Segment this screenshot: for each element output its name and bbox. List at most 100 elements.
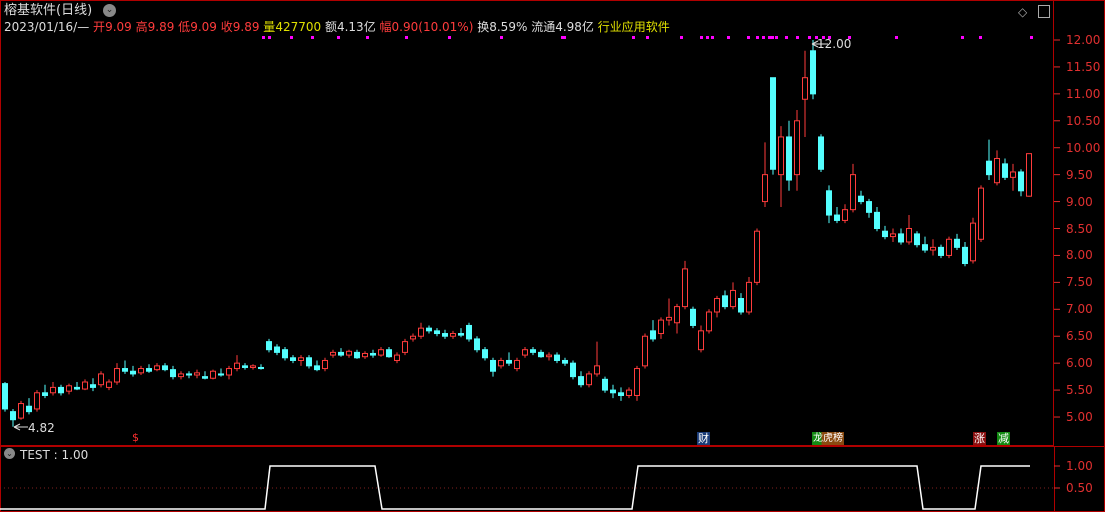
- candle-down: [306, 357, 312, 367]
- candlestick-chart: [0, 36, 1060, 510]
- candle-down: [618, 392, 624, 396]
- rise-marker[interactable]: 涨: [973, 432, 986, 445]
- candle-down: [962, 246, 968, 265]
- candle-up: [778, 136, 784, 176]
- candle-down: [1018, 171, 1024, 192]
- candle-up: [626, 389, 632, 396]
- candle-up: [410, 335, 416, 340]
- candle-down: [442, 333, 448, 337]
- candle-up: [18, 403, 24, 419]
- candle-up: [114, 368, 120, 383]
- candle-up: [82, 381, 88, 390]
- candle-down: [130, 370, 136, 375]
- candle-down: [898, 233, 904, 243]
- candle-down: [866, 201, 872, 213]
- test-indicator-line: [0, 465, 1030, 510]
- candle-up: [322, 359, 328, 370]
- signal-dot: [700, 36, 703, 39]
- candle-down: [530, 349, 536, 353]
- candle-up: [634, 368, 640, 396]
- price-tick-label: 9.50: [1066, 167, 1093, 182]
- candle-up: [946, 238, 952, 256]
- candle-down: [938, 246, 944, 256]
- candle-down: [354, 351, 360, 359]
- candle-up: [746, 281, 752, 313]
- candle-up: [362, 352, 368, 358]
- candle-up: [754, 230, 760, 283]
- candle-down: [914, 233, 920, 246]
- signal-dot: [808, 36, 811, 39]
- candle-up: [1026, 153, 1032, 197]
- signal-dot: [500, 36, 503, 39]
- candle-up: [194, 372, 200, 376]
- candle-up: [250, 365, 256, 368]
- candle-down: [266, 341, 272, 351]
- candle-down: [274, 346, 280, 353]
- candle-down: [818, 136, 824, 170]
- signal-dot: [646, 36, 649, 39]
- candle-down: [570, 362, 576, 378]
- candle-down: [810, 50, 816, 95]
- signal-dot: [796, 36, 799, 39]
- candle-up: [762, 174, 768, 203]
- candle-down: [578, 376, 584, 386]
- signal-dot: [563, 36, 566, 39]
- signal-dot: [311, 36, 314, 39]
- indicator-dropdown-icon[interactable]: ⌄: [4, 448, 15, 459]
- indicator-tick: 1.00: [1066, 459, 1093, 473]
- price-tick-label: 7.00: [1066, 302, 1093, 317]
- candle-up: [706, 311, 712, 332]
- signal-dot: [337, 36, 340, 39]
- candle-up: [98, 373, 104, 386]
- candle-down: [466, 324, 472, 340]
- signal-dot: [632, 36, 635, 39]
- price-tick-label: 8.00: [1066, 248, 1093, 263]
- candle-down: [954, 238, 960, 248]
- stock-chart-window: 榕基软件(日线) ⌄ 2023/01/16/— 开9.09 高9.89 低9.0…: [0, 0, 1105, 512]
- candle-up: [594, 365, 600, 375]
- candle-down: [610, 389, 616, 394]
- candle-up: [714, 298, 720, 313]
- price-tick-label: 6.00: [1066, 356, 1093, 371]
- signal-dot: [895, 36, 898, 39]
- candle-down: [370, 352, 376, 356]
- dragon-tiger-marker[interactable]: 龙虎榜: [812, 432, 844, 445]
- signal-dot: [1030, 36, 1033, 39]
- candle-down: [242, 365, 248, 368]
- signal-dot: [680, 36, 683, 39]
- candle-up: [682, 268, 688, 308]
- candle-down: [922, 244, 928, 251]
- min-arrow: [13, 423, 28, 431]
- candle-down: [2, 383, 8, 410]
- finance-marker[interactable]: 财: [697, 432, 710, 445]
- candle-up: [994, 157, 1000, 184]
- price-tick-label: 9.00: [1066, 194, 1093, 209]
- candle-down: [122, 368, 128, 372]
- candle-down: [834, 214, 840, 221]
- candle-up: [106, 381, 112, 388]
- price-tick-label: 5.00: [1066, 410, 1093, 425]
- signal-dot: [262, 36, 265, 39]
- signal-dot: [448, 36, 451, 39]
- candle-down: [58, 386, 64, 394]
- price-tick-label: 5.50: [1066, 383, 1093, 398]
- candle-up: [850, 174, 856, 211]
- candle-up: [154, 365, 160, 371]
- candle-down: [218, 373, 224, 376]
- reduce-marker[interactable]: 减: [997, 432, 1010, 445]
- signal-dot: [405, 36, 408, 39]
- candle-down: [434, 330, 440, 335]
- candle-up: [890, 233, 896, 238]
- candle-up: [178, 373, 184, 378]
- max-price-label: 12.00: [817, 37, 852, 51]
- min-price-label: 4.82: [28, 421, 55, 435]
- signal-dot: [756, 36, 759, 39]
- candle-up: [666, 316, 672, 321]
- candle-down: [10, 411, 16, 421]
- candle-down: [554, 354, 560, 361]
- candle-up: [66, 385, 72, 392]
- candle-up: [802, 77, 808, 100]
- candle-up: [546, 354, 552, 358]
- candle-down: [826, 190, 832, 216]
- dollar-marker[interactable]: $: [131, 431, 140, 444]
